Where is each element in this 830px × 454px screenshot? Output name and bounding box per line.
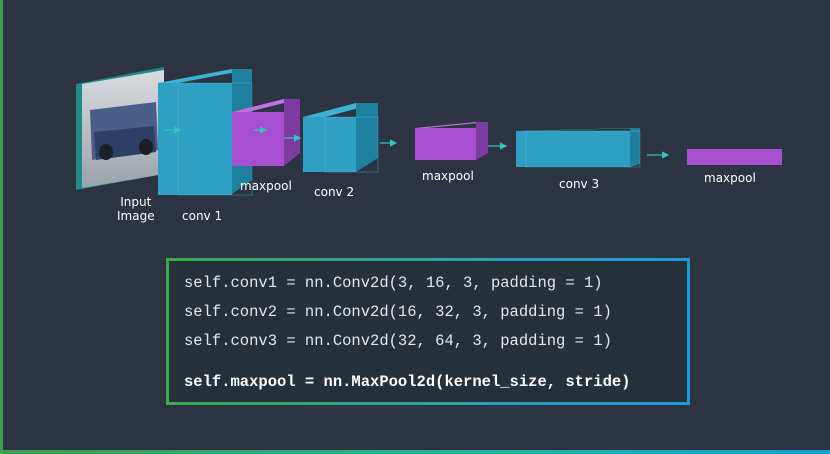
input-image [76, 67, 164, 190]
conv2-block [303, 103, 379, 173]
input-image-label-line2: Image [117, 209, 155, 223]
conv2-label: conv 2 [314, 185, 355, 199]
input-image-label-line1: Input [120, 195, 152, 209]
code-line-conv3: self.conv3 = nn.Conv2d(32, 64, 3, paddin… [184, 332, 612, 350]
conv1-label: conv 1 [182, 209, 223, 223]
maxpool3-label: maxpool [704, 171, 756, 185]
code-box: self.conv1 = nn.Conv2d(3, 16, 3, padding… [166, 258, 690, 405]
code-line-maxpool: self.maxpool = nn.MaxPool2d(kernel_size,… [184, 373, 631, 391]
code-line-conv1: self.conv1 = nn.Conv2d(3, 16, 3, padding… [184, 274, 603, 292]
code-line-conv2: self.conv2 = nn.Conv2d(16, 32, 3, paddin… [184, 303, 612, 321]
maxpool2-block [415, 122, 488, 160]
maxpool3-block [687, 149, 783, 165]
maxpool1-label: maxpool [240, 179, 292, 193]
conv3-label: conv 3 [559, 177, 600, 191]
input-image-label: Input Image [117, 195, 155, 223]
conv3-block [516, 128, 641, 168]
maxpool2-label: maxpool [422, 169, 474, 183]
